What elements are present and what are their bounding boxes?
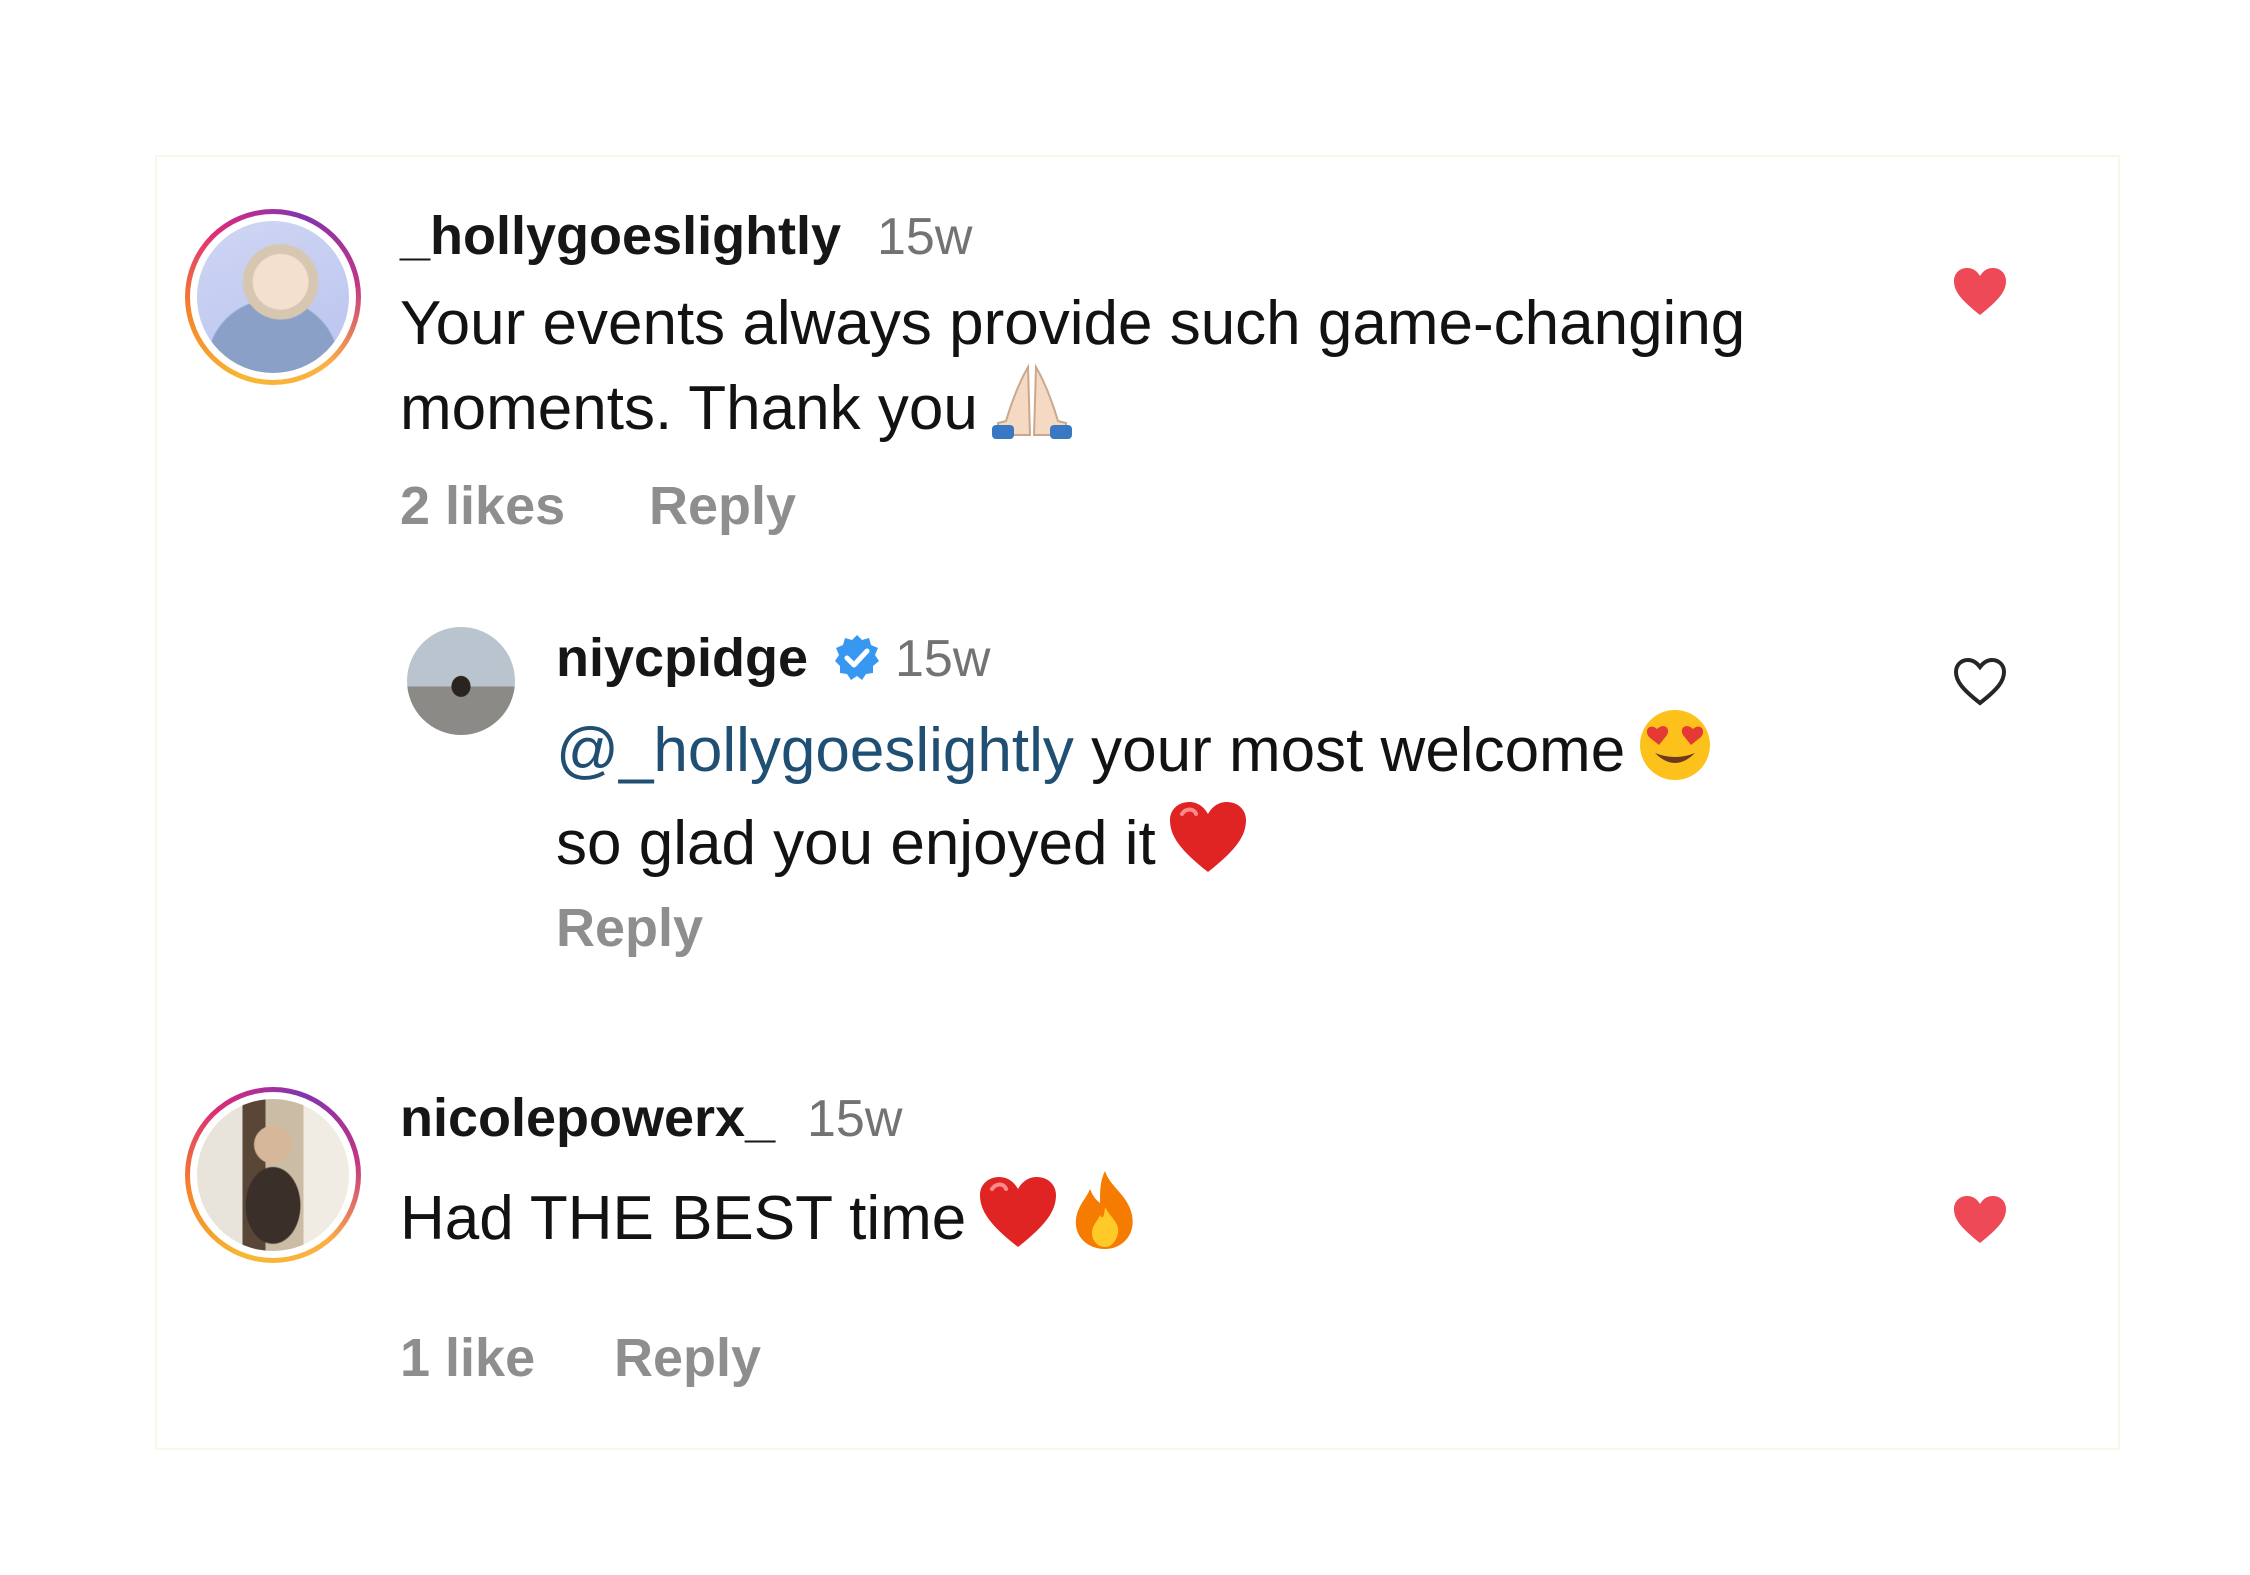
comment-username[interactable]: _hollygoeslightly [400,205,841,267]
reply-button[interactable]: Reply [649,475,796,537]
comment-hollygoeslightly: _hollygoeslightly 15w Your events always… [157,157,2122,577]
avatar[interactable] [197,1099,349,1251]
likes-count[interactable]: 1 like [400,1327,535,1389]
heart-filled-icon[interactable] [1952,1195,2008,1245]
comment-niycpidge: niycpidge 15w @_hollygoeslightly your mo… [157,627,2122,1047]
verified-badge-icon [835,635,879,680]
red-heart-icon [978,1175,1058,1268]
comment-timestamp: 15w [895,630,991,688]
avatar[interactable] [407,627,515,735]
avatar[interactable] [197,221,349,373]
heart-eyes-icon [1637,707,1713,800]
likes-count[interactable]: 2 likes [400,475,565,537]
comment-timestamp: 15w [807,1090,903,1148]
folded-hands-icon [990,361,1074,458]
comments-panel: _hollygoeslightly 15w Your events always… [155,155,2120,1450]
reply-button[interactable]: Reply [556,897,703,959]
comment-username[interactable]: nicolepowerx_ [400,1087,775,1149]
heart-outline-icon[interactable] [1952,657,2008,707]
comment-nicolepowerx: nicolepowerx_ 15w Had THE BEST time 1 li… [157,1087,2122,1427]
comment-text: @_hollygoeslightly your most welcome so … [556,707,1713,893]
fire-icon [1070,1169,1140,1268]
heart-filled-icon[interactable] [1952,267,2008,317]
story-ring[interactable] [185,1087,361,1263]
comment-username[interactable]: niycpidge [556,627,808,689]
comment-text: Had THE BEST time [400,1169,1140,1268]
comment-text: Your events always provide such game-cha… [400,287,1745,458]
story-ring[interactable] [185,209,361,385]
reply-button[interactable]: Reply [614,1327,761,1389]
mention-link[interactable]: @_hollygoeslightly [556,716,1074,785]
comment-timestamp: 15w [877,208,973,266]
red-heart-icon [1168,800,1248,893]
